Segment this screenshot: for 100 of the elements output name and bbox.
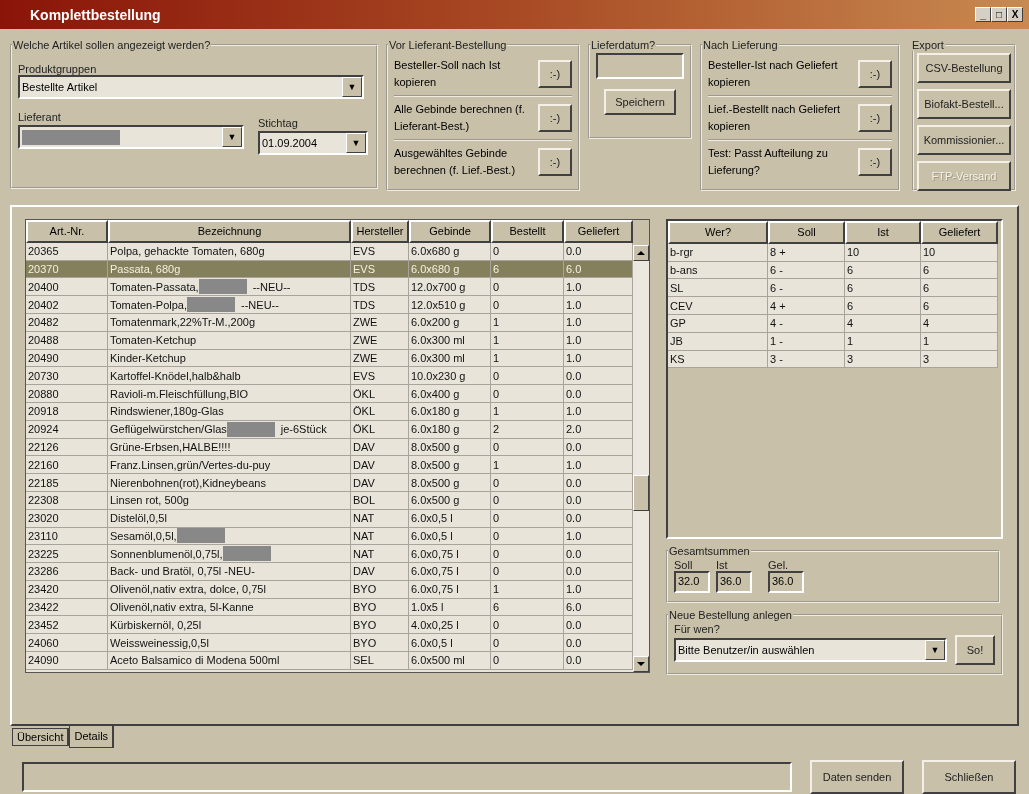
table-cell: Tomaten-Passata, --NEU-- <box>108 278 351 297</box>
table-cell: 1.0 <box>564 278 633 297</box>
scrollbar[interactable] <box>633 244 649 672</box>
run-button[interactable]: :-) <box>858 60 892 89</box>
column-header[interactable]: Soll <box>768 220 845 244</box>
group-legend: Lieferdatum? <box>590 39 657 52</box>
column-header[interactable]: Bezeichnung <box>108 219 351 243</box>
tab[interactable]: Übersicht <box>12 728 70 746</box>
redaction-bar <box>222 546 271 562</box>
run-button[interactable]: :-) <box>538 148 572 177</box>
table-cell: TDS <box>351 278 409 297</box>
window-title: Komplettbestellung <box>30 6 161 23</box>
create-order-button[interactable]: So! <box>955 634 995 665</box>
group-legend: Vor Lieferant-Bestellung <box>388 39 508 52</box>
table-cell: SEL <box>351 652 409 670</box>
action-description: Test: Passt Aufteilung zu Lieferung? <box>708 146 829 179</box>
table-cell: DAV <box>351 456 409 475</box>
send-button[interactable]: Daten senden <box>810 760 904 794</box>
table-cell: Kartoffel-Knödel,halb&halb <box>108 367 351 386</box>
table-cell: 20880 <box>26 385 108 403</box>
supplier-dropdown[interactable]: ▼ <box>18 125 244 150</box>
run-button[interactable]: :-) <box>538 60 572 89</box>
product-group-dropdown[interactable]: Bestellte Artikel ▼ <box>18 75 364 100</box>
action-description: Besteller-Soll nach Ist kopieren <box>394 58 502 91</box>
table-cell: 1.0 <box>564 296 633 314</box>
table-cell: DAV <box>351 563 409 581</box>
column-header[interactable]: Art.-Nr. <box>26 219 108 243</box>
table-cell: 6 <box>845 279 921 298</box>
table-cell: DAV <box>351 474 409 492</box>
date-input[interactable] <box>596 53 684 80</box>
redaction-bar <box>198 279 247 295</box>
close-button[interactable]: X <box>1007 7 1023 23</box>
table-cell: BYO <box>351 616 409 635</box>
action-description: Alle Gebinde berechnen (f. Lieferant-Best.) <box>394 102 526 135</box>
group-legend: Export <box>911 39 945 52</box>
table-cell: 0 <box>491 296 564 314</box>
save-button[interactable]: Speichern <box>604 89 676 116</box>
run-button[interactable]: :-) <box>858 104 892 133</box>
scroll-down-button[interactable] <box>633 655 649 672</box>
run-button[interactable]: :-) <box>858 148 892 177</box>
table-cell: Tomaten-Polpa, --NEU-- <box>108 296 351 314</box>
table-cell: 0 <box>491 563 564 581</box>
column-header[interactable]: Wer? <box>668 220 768 244</box>
total-field: 36.0 <box>716 570 752 593</box>
table-cell: Back- und Bratöl, 0,75l -NEU- <box>108 563 351 581</box>
table-cell: 20730 <box>26 367 108 386</box>
table-cell: 0 <box>491 634 564 653</box>
tab[interactable]: Details <box>69 726 115 748</box>
user-dropdown[interactable]: Bitte Benutzer/in auswählen ▼ <box>674 637 947 662</box>
field-label: Lieferant <box>18 111 62 124</box>
table-cell: 0 <box>491 545 564 564</box>
table-cell: 0.0 <box>564 616 633 635</box>
date-dropdown[interactable]: 01.09.2004 ▼ <box>258 131 368 156</box>
table-cell: 0.0 <box>564 545 633 564</box>
maximize-button[interactable]: □ <box>991 7 1007 23</box>
column-header[interactable]: Ist <box>845 220 921 244</box>
group-legend: Neue Bestellung anlegen <box>668 608 793 621</box>
minimize-button[interactable]: _ <box>975 7 991 23</box>
table-cell: NAT <box>351 545 409 564</box>
table-cell: 1.0 <box>564 456 633 475</box>
table-cell: ÖKL <box>351 385 409 403</box>
table-cell: Franz.Linsen,grün/Vertes-du-puy <box>108 456 351 475</box>
column-header[interactable]: Gebinde <box>409 219 491 243</box>
group-legend: Gesamtsummen <box>668 544 751 557</box>
export-button[interactable]: CSV-Bestellung <box>917 53 1011 84</box>
table-cell: 0.0 <box>564 367 633 386</box>
field-label: Ist <box>716 558 729 571</box>
table-cell: 4.0x0,25 l <box>409 616 491 635</box>
table-cell: 0 <box>491 385 564 403</box>
table-cell: Sonnenblumenöl,0,75l, <box>108 545 351 564</box>
column-header[interactable]: Geliefert <box>564 219 633 243</box>
scroll-up-button[interactable] <box>633 244 649 261</box>
column-header[interactable]: Hersteller <box>351 219 409 243</box>
column-header[interactable]: Bestellt <box>491 219 564 243</box>
table-cell: 23286 <box>26 563 108 581</box>
table-cell: Ravioli-m.Fleischfüllung,BIO <box>108 385 351 403</box>
export-button[interactable]: Biofakt-Bestell... <box>917 89 1011 120</box>
column-header[interactable]: Geliefert <box>921 220 998 244</box>
table-cell: 0 <box>491 278 564 297</box>
table-cell: Kürbiskernöl, 0,25l <box>108 616 351 635</box>
action-description: Lief.-Bestellt nach Geliefert kopieren <box>708 102 842 135</box>
table-cell: EVS <box>351 367 409 386</box>
table-cell: 12.0x510 g <box>409 296 491 314</box>
table-cell: 1 <box>491 456 564 475</box>
table-cell: 0 <box>491 474 564 492</box>
table-cell: 6.0x0,5 l <box>409 634 491 653</box>
table-cell: 20400 <box>26 278 108 297</box>
close-button[interactable]: Schließen <box>922 760 1016 794</box>
table-cell: 24090 <box>26 652 108 670</box>
group-legend: Welche Artikel sollen angezeigt werden? <box>12 39 212 52</box>
table-cell: 6.0x0,75 l <box>409 563 491 581</box>
run-button[interactable]: :-) <box>538 104 572 133</box>
total-field: 32.0 <box>674 570 710 593</box>
table-cell: 6 <box>845 297 921 315</box>
table-cell: Nierenbohnen(rot),Kidneybeans <box>108 474 351 492</box>
export-button[interactable]: Kommissionier... <box>917 125 1011 156</box>
redaction-bar <box>187 297 236 313</box>
group-legend: Nach Lieferung <box>702 39 779 52</box>
table-cell: 0.0 <box>564 474 633 492</box>
scroll-thumb[interactable] <box>633 474 649 511</box>
